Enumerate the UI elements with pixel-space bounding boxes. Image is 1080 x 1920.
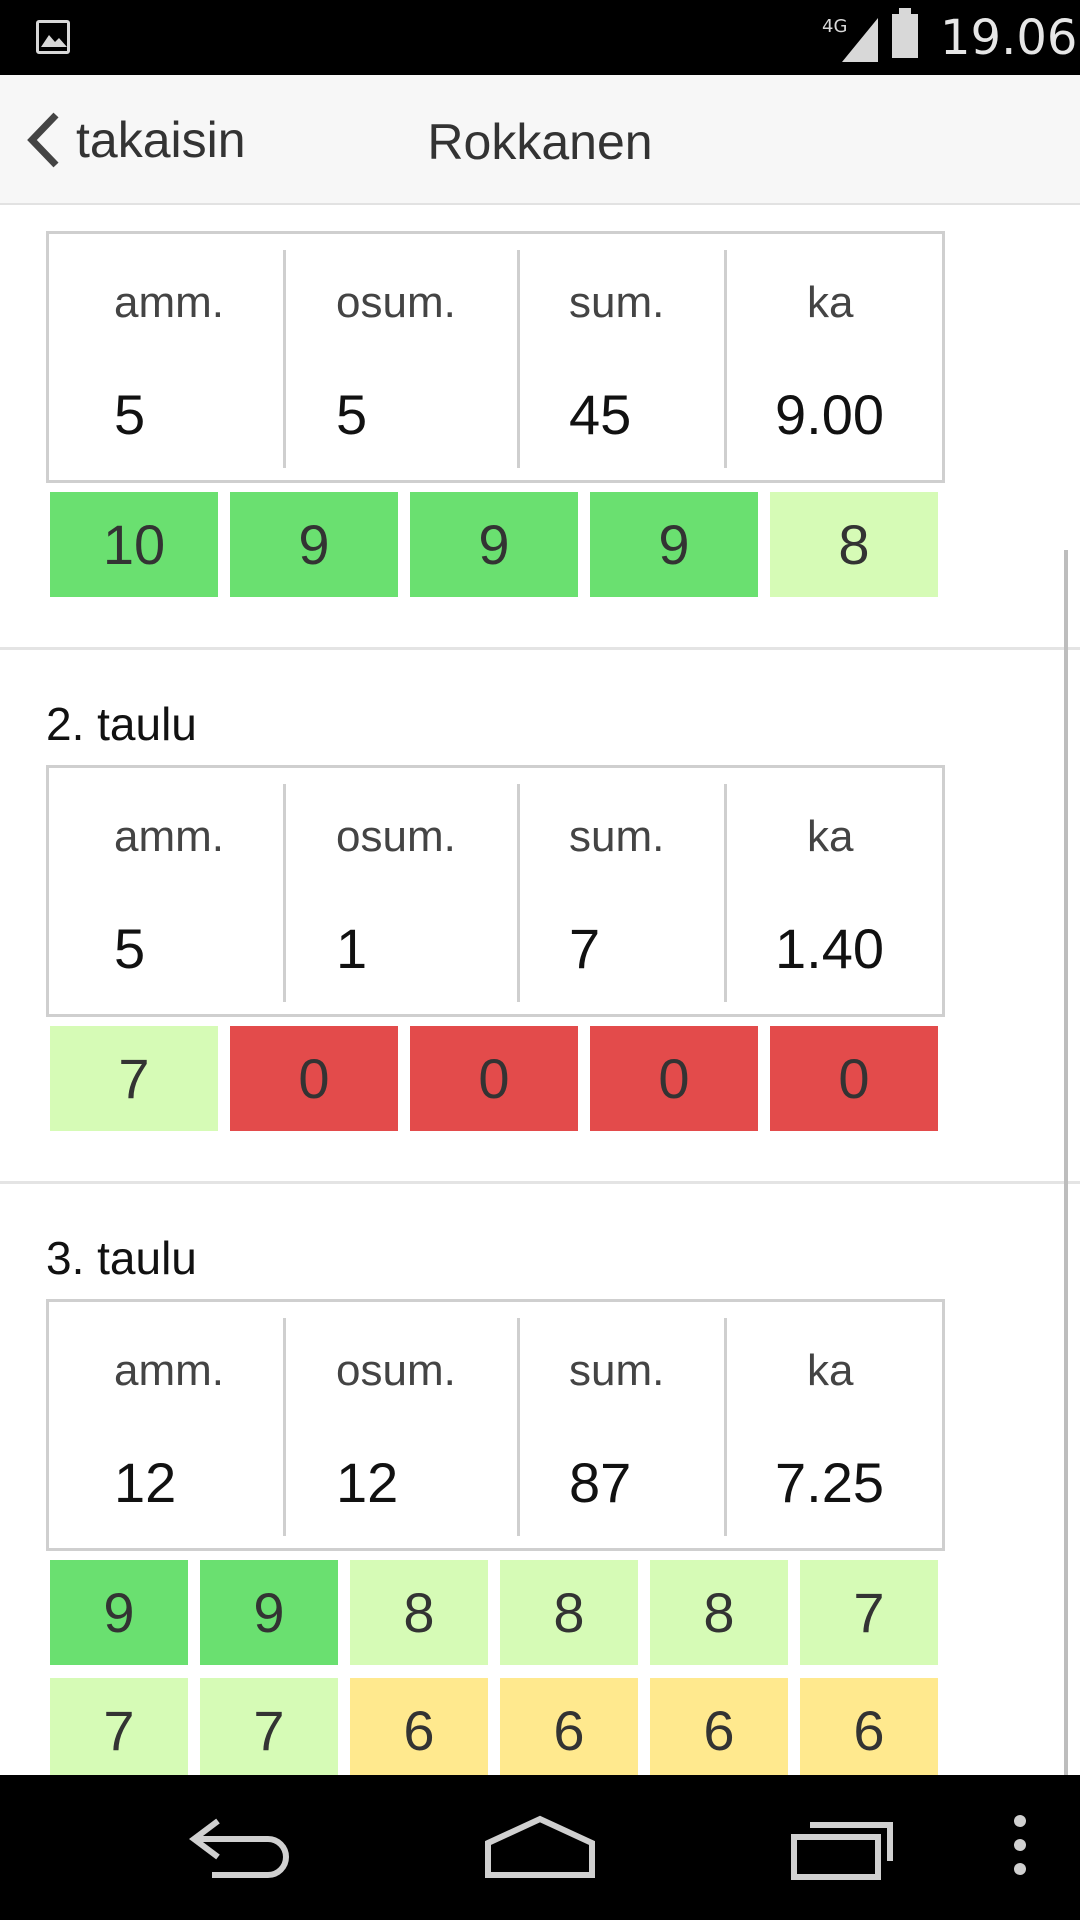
section-title: 3. taulu [46,1232,197,1284]
sum-value: 45 [569,383,632,446]
shots-value: 12 [114,1451,177,1514]
battery-icon [892,8,918,58]
sum-value: 87 [569,1451,632,1514]
results-list[interactable]: amm. 5 osum. 5 sum. 45 ka 9.00 10 9 9 9 … [0,205,1080,1775]
score-tile: 9 [590,492,758,597]
status-time: 19.06 [940,10,1078,66]
section-divider [0,1181,1080,1184]
score-tile: 0 [770,1026,938,1131]
score-tile: 7 [50,1678,188,1775]
score-tile: 8 [350,1560,488,1665]
avg-value: 9.00 [775,383,884,446]
score-tile: 9 [410,492,578,597]
image-notification-icon [36,20,70,54]
score-tile: 9 [230,492,398,597]
nav-recents-icon[interactable] [790,1813,898,1883]
stats-box: amm. 5 osum. 5 sum. 45 ka 9.00 [46,231,945,483]
sum-value: 7 [569,917,601,980]
shots-label: amm. [114,278,224,327]
score-tile: 7 [200,1678,338,1775]
score-tile: 6 [350,1678,488,1775]
section-title: 2. taulu [46,698,197,750]
hits-value: 5 [336,383,368,446]
hits-label: osum. [336,1346,456,1395]
sum-label: sum. [569,278,665,327]
avg-label: ka [807,1346,854,1395]
score-tile: 6 [650,1678,788,1775]
score-tile: 0 [410,1026,578,1131]
score-tile: 0 [230,1026,398,1131]
section-divider [0,647,1080,650]
hits-value: 1 [336,917,368,980]
score-tile: 6 [800,1678,938,1775]
hits-label: osum. [336,812,456,861]
app-header: takaisin Rokkanen [0,75,1080,205]
navigation-bar [0,1775,1080,1920]
avg-value: 1.40 [775,917,884,980]
nav-home-icon[interactable] [484,1813,596,1883]
nav-menu-icon[interactable] [1012,1813,1028,1883]
signal-icon: 4G [822,16,878,62]
sum-label: sum. [569,812,665,861]
score-tile: 7 [50,1026,218,1131]
score-tile: 0 [590,1026,758,1131]
score-tile: 9 [50,1560,188,1665]
stats-box: amm. 5 osum. 1 sum. 7 ka 1.40 [46,765,945,1017]
hits-label: osum. [336,278,456,327]
page-title: Rokkanen [427,114,653,170]
status-bar: 4G 19.06 [0,0,1080,75]
score-tile: 8 [770,492,938,597]
avg-label: ka [807,812,854,861]
hits-value: 12 [336,1451,399,1514]
shots-value: 5 [114,383,146,446]
network-type: 4G [822,16,847,37]
shots-label: amm. [114,812,224,861]
score-tile: 6 [500,1678,638,1775]
score-tile: 8 [500,1560,638,1665]
shots-label: amm. [114,1346,224,1395]
stats-box: amm. 12 osum. 12 sum. 87 ka 7.25 [46,1299,945,1551]
shots-value: 5 [114,917,146,980]
avg-label: ka [807,278,854,327]
score-tile: 7 [800,1560,938,1665]
score-tile: 10 [50,492,218,597]
score-tile: 8 [650,1560,788,1665]
scrollbar[interactable] [1064,550,1068,1775]
nav-back-icon[interactable] [188,1813,292,1883]
score-tile: 9 [200,1560,338,1665]
avg-value: 7.25 [775,1451,884,1514]
sum-label: sum. [569,1346,665,1395]
